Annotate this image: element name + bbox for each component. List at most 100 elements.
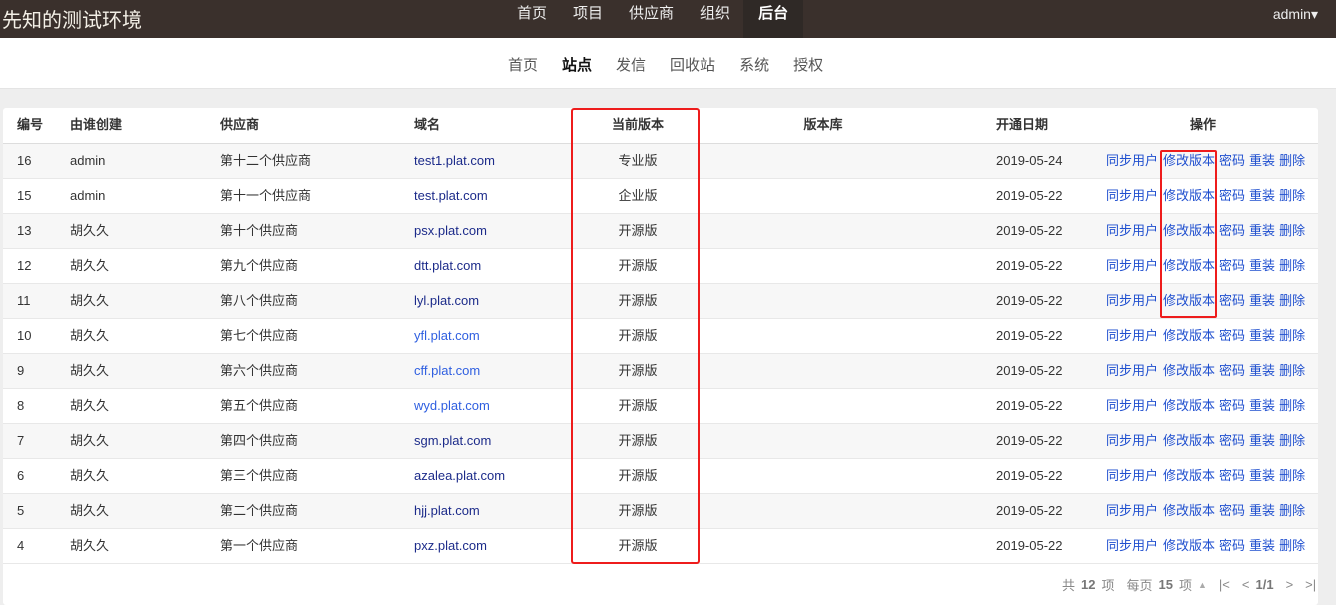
subnav-item[interactable]: 首页 xyxy=(496,54,550,75)
delete-link[interactable]: 删除 xyxy=(1279,328,1305,343)
topnav-item[interactable]: 项目 xyxy=(560,0,616,38)
sync-users-link[interactable]: 同步用户 xyxy=(1106,328,1158,343)
reinstall-link[interactable]: 重装 xyxy=(1249,363,1275,378)
subnav-item[interactable]: 发信 xyxy=(604,54,658,75)
password-link[interactable]: 密码 xyxy=(1219,538,1245,553)
password-link[interactable]: 密码 xyxy=(1219,328,1245,343)
sync-users-link[interactable]: 同步用户 xyxy=(1106,468,1158,483)
delete-link[interactable]: 删除 xyxy=(1279,363,1305,378)
reinstall-link[interactable]: 重装 xyxy=(1249,223,1275,238)
sync-users-link[interactable]: 同步用户 xyxy=(1106,153,1158,168)
creator: 胡久久 xyxy=(70,433,110,448)
domain-link[interactable]: test1.plat.com xyxy=(414,153,495,168)
topnav-item[interactable]: 供应商 xyxy=(616,0,687,38)
edit-version-link[interactable]: 修改版本 xyxy=(1163,503,1215,518)
per-page-caret-icon[interactable]: ▲ xyxy=(1198,580,1207,590)
domain-link[interactable]: azalea.plat.com xyxy=(414,468,505,483)
sync-users-link[interactable]: 同步用户 xyxy=(1106,258,1158,273)
delete-link[interactable]: 删除 xyxy=(1279,153,1305,168)
domain-link[interactable]: pxz.plat.com xyxy=(414,538,487,553)
topnav-item[interactable]: 后台 xyxy=(743,0,804,38)
edit-version-link[interactable]: 修改版本 xyxy=(1163,538,1215,553)
reinstall-link[interactable]: 重装 xyxy=(1249,398,1275,413)
edit-version-link[interactable]: 修改版本 xyxy=(1163,398,1215,413)
delete-link[interactable]: 删除 xyxy=(1279,223,1305,238)
subnav-item[interactable]: 授权 xyxy=(781,54,835,75)
caret-down-icon: ▾ xyxy=(1310,6,1318,22)
subnav-item[interactable]: 系统 xyxy=(727,54,781,75)
reinstall-link[interactable]: 重装 xyxy=(1249,503,1275,518)
delete-link[interactable]: 删除 xyxy=(1279,503,1305,518)
reinstall-link[interactable]: 重装 xyxy=(1249,188,1275,203)
password-link[interactable]: 密码 xyxy=(1219,258,1245,273)
reinstall-link[interactable]: 重装 xyxy=(1249,433,1275,448)
delete-link[interactable]: 删除 xyxy=(1279,293,1305,308)
domain-link[interactable]: test.plat.com xyxy=(414,188,488,203)
domain-link[interactable]: wyd.plat.com xyxy=(414,398,490,413)
reinstall-link[interactable]: 重装 xyxy=(1249,328,1275,343)
edit-version-link[interactable]: 修改版本 xyxy=(1163,468,1215,483)
password-link[interactable]: 密码 xyxy=(1219,293,1245,308)
open-date: 2019-05-22 xyxy=(996,328,1063,343)
column-header: 编号 xyxy=(17,117,44,132)
sync-users-link[interactable]: 同步用户 xyxy=(1106,398,1158,413)
pagination: 共 12 项 每页 15 项 ▲ |< < 1/1 > >| xyxy=(1062,575,1316,594)
edit-version-link[interactable]: 修改版本 xyxy=(1163,433,1215,448)
domain-link[interactable]: lyl.plat.com xyxy=(414,293,479,308)
scrollbar-track[interactable] xyxy=(1318,89,1336,605)
domain-link[interactable]: dtt.plat.com xyxy=(414,258,481,273)
delete-link[interactable]: 删除 xyxy=(1279,468,1305,483)
per-page-count[interactable]: 15 xyxy=(1159,577,1173,592)
domain-link[interactable]: cff.plat.com xyxy=(414,363,480,378)
reinstall-link[interactable]: 重装 xyxy=(1249,153,1275,168)
delete-link[interactable]: 删除 xyxy=(1279,258,1305,273)
password-link[interactable]: 密码 xyxy=(1219,468,1245,483)
password-link[interactable]: 密码 xyxy=(1219,503,1245,518)
domain-link[interactable]: sgm.plat.com xyxy=(414,433,491,448)
sync-users-link[interactable]: 同步用户 xyxy=(1106,503,1158,518)
subnav-item[interactable]: 站点 xyxy=(550,54,604,75)
delete-link[interactable]: 删除 xyxy=(1279,188,1305,203)
edit-version-link[interactable]: 修改版本 xyxy=(1163,363,1215,378)
password-link[interactable]: 密码 xyxy=(1219,223,1245,238)
sync-users-link[interactable]: 同步用户 xyxy=(1106,538,1158,553)
next-page-icon[interactable]: > xyxy=(1286,577,1294,592)
password-link[interactable]: 密码 xyxy=(1219,363,1245,378)
topnav-item[interactable]: 首页 xyxy=(504,0,560,38)
delete-link[interactable]: 删除 xyxy=(1279,398,1305,413)
edit-version-link[interactable]: 修改版本 xyxy=(1163,328,1215,343)
row-actions: 同步用户 修改版本 密码 重装 删除 xyxy=(1106,319,1309,353)
reinstall-link[interactable]: 重装 xyxy=(1249,258,1275,273)
password-link[interactable]: 密码 xyxy=(1219,433,1245,448)
domain-link[interactable]: hjj.plat.com xyxy=(414,503,480,518)
column-header: 版本库 xyxy=(803,117,843,132)
subnav-item[interactable]: 回收站 xyxy=(658,54,727,75)
delete-link[interactable]: 删除 xyxy=(1279,433,1305,448)
domain-link[interactable]: yfl.plat.com xyxy=(414,328,480,343)
total-prefix: 共 xyxy=(1062,578,1076,593)
brand-title[interactable]: 先知的测试环境 xyxy=(2,4,142,33)
sync-users-link[interactable]: 同步用户 xyxy=(1106,433,1158,448)
vendor: 第六个供应商 xyxy=(220,363,299,378)
first-page-icon[interactable]: |< xyxy=(1219,577,1230,592)
password-link[interactable]: 密码 xyxy=(1219,398,1245,413)
main-nav: 首页 项目 供应商 组织 后台 xyxy=(504,0,804,38)
sync-users-link[interactable]: 同步用户 xyxy=(1106,293,1158,308)
prev-page-icon[interactable]: < xyxy=(1242,577,1250,592)
user-menu[interactable]: admin▾ xyxy=(1273,6,1318,23)
reinstall-link[interactable]: 重装 xyxy=(1249,468,1275,483)
sync-users-link[interactable]: 同步用户 xyxy=(1106,223,1158,238)
delete-link[interactable]: 删除 xyxy=(1279,538,1305,553)
sync-users-link[interactable]: 同步用户 xyxy=(1106,363,1158,378)
reinstall-link[interactable]: 重装 xyxy=(1249,538,1275,553)
open-date: 2019-05-22 xyxy=(996,468,1063,483)
password-link[interactable]: 密码 xyxy=(1219,188,1245,203)
domain-cell: hjj.plat.com xyxy=(414,494,480,528)
vendor: 第十二个供应商 xyxy=(220,153,312,168)
last-page-icon[interactable]: >| xyxy=(1305,577,1316,592)
sync-users-link[interactable]: 同步用户 xyxy=(1106,188,1158,203)
password-link[interactable]: 密码 xyxy=(1219,153,1245,168)
topnav-item[interactable]: 组织 xyxy=(687,0,743,38)
domain-link[interactable]: psx.plat.com xyxy=(414,223,487,238)
reinstall-link[interactable]: 重装 xyxy=(1249,293,1275,308)
